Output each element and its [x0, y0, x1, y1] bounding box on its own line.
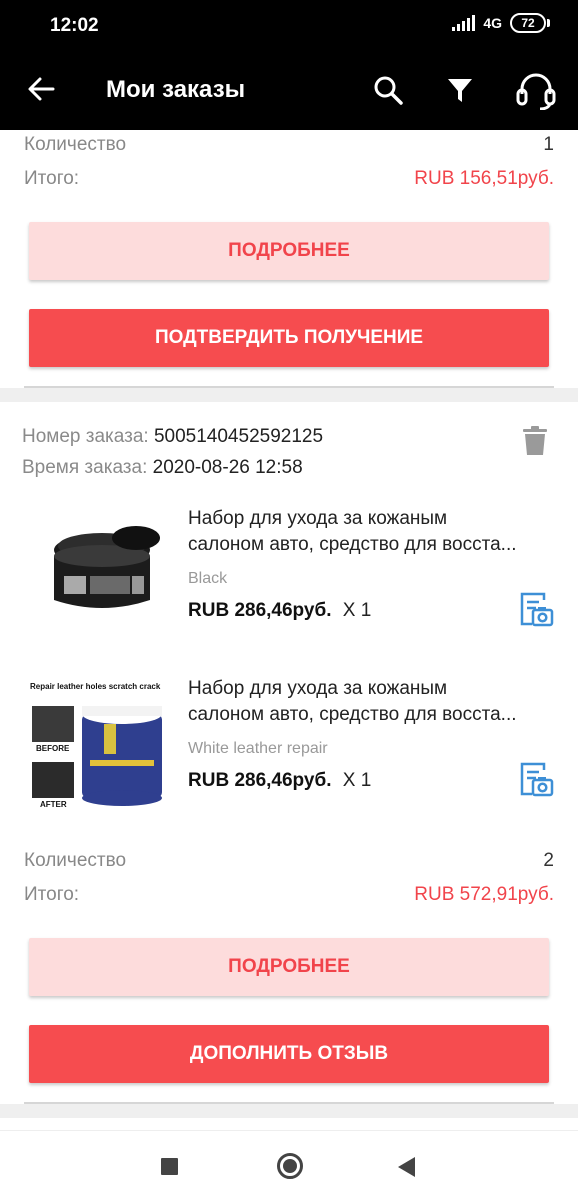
order-number-value: 5005140452592125	[153, 426, 324, 447]
item-title-line1: Набор для ухода за кожаным	[188, 508, 448, 529]
item-variant: Black	[188, 570, 228, 587]
item-price: RUB 286,46руб.	[188, 770, 332, 791]
item-title-line2: салоном авто, средство для восста...	[188, 704, 517, 725]
trash-icon[interactable]	[522, 426, 548, 456]
battery-icon: 72	[510, 13, 550, 33]
item-variant: White leather repair	[188, 740, 328, 757]
app-bar: Мои заказы	[0, 52, 578, 130]
total-value: RUB 572,91руб.	[414, 884, 554, 905]
details-button[interactable]: ПОДРОБНЕЕ	[29, 222, 549, 280]
order-item[interactable]: Repair leather holes scratch crack BEFOR…	[0, 676, 578, 826]
confirm-receipt-button[interactable]: ПОДТВЕРДИТЬ ПОЛУЧЕНИЕ	[29, 309, 549, 367]
item-price-row: RUB 286,46руб. X 1	[188, 770, 371, 792]
add-review-button[interactable]: ДОПОЛНИТЬ ОТЗЫВ	[29, 1025, 549, 1083]
quantity-row: Количество 2	[24, 850, 554, 872]
prev-total-row: Итого: RUB 156,51руб.	[24, 168, 554, 190]
search-icon[interactable]	[372, 74, 404, 106]
item-title[interactable]: Набор для ухода за кожаным салоном авто,…	[188, 676, 558, 728]
section-gap	[0, 388, 578, 402]
prev-quantity-row: Количество 1	[24, 134, 554, 156]
order-number-label: Номер заказа:	[22, 426, 149, 447]
order-time: Время заказа: 2020-08-26 12:58	[22, 457, 303, 479]
photo-review-icon[interactable]	[518, 590, 554, 628]
status-indicators: 4G 72	[452, 13, 550, 33]
support-headset-icon[interactable]	[514, 70, 558, 110]
photo-review-icon[interactable]	[518, 760, 554, 798]
system-nav-bar	[0, 1130, 578, 1200]
details-button[interactable]: ПОДРОБНЕЕ	[29, 938, 549, 996]
product-image-white-repair[interactable]: Repair leather holes scratch crack BEFOR…	[24, 676, 172, 824]
item-title-line2: салоном авто, средство для восста...	[188, 534, 517, 555]
battery-level: 72	[510, 13, 546, 33]
order-time-value: 2020-08-26 12:58	[152, 457, 303, 478]
status-bar: 12:02 4G 72	[0, 0, 578, 52]
section-gap	[0, 1104, 578, 1118]
total-label: Итого:	[24, 168, 80, 189]
item-qty: X 1	[342, 770, 372, 791]
order-time-label: Время заказа:	[22, 457, 148, 478]
back-arrow-icon[interactable]	[26, 74, 56, 104]
status-time: 12:02	[50, 15, 99, 36]
total-row: Итого: RUB 572,91руб.	[24, 884, 554, 906]
signal-icon	[452, 15, 476, 31]
item-qty: X 1	[342, 600, 372, 621]
image-caption: Repair leather holes scratch crack	[30, 682, 161, 691]
order-number: Номер заказа: 5005140452592125	[22, 426, 323, 448]
quantity-label: Количество	[24, 850, 127, 871]
quantity-value: 1	[543, 134, 554, 155]
recent-apps-icon[interactable]	[161, 1158, 178, 1175]
page-title: Мои заказы	[106, 76, 246, 103]
item-price: RUB 286,46руб.	[188, 600, 332, 621]
order-item[interactable]: Набор для ухода за кожаным салоном авто,…	[0, 506, 578, 656]
item-title[interactable]: Набор для ухода за кожаным салоном авто,…	[188, 506, 558, 558]
orders-list[interactable]: Количество 1 Итого: RUB 156,51руб. ПОДРО…	[0, 130, 578, 1130]
item-title-line1: Набор для ухода за кожаным	[188, 678, 448, 699]
total-label: Итого:	[24, 884, 80, 905]
nav-back-icon[interactable]	[398, 1157, 415, 1177]
home-icon[interactable]	[277, 1153, 303, 1179]
network-type: 4G	[483, 15, 502, 31]
item-price-row: RUB 286,46руб. X 1	[188, 600, 371, 622]
quantity-value: 2	[543, 850, 554, 871]
total-value: RUB 156,51руб.	[414, 168, 554, 189]
quantity-label: Количество	[24, 134, 127, 155]
image-after-label: AFTER	[40, 800, 67, 809]
image-before-label: BEFORE	[36, 744, 70, 753]
product-image-black-cream[interactable]	[24, 506, 172, 654]
filter-icon[interactable]	[444, 74, 476, 106]
